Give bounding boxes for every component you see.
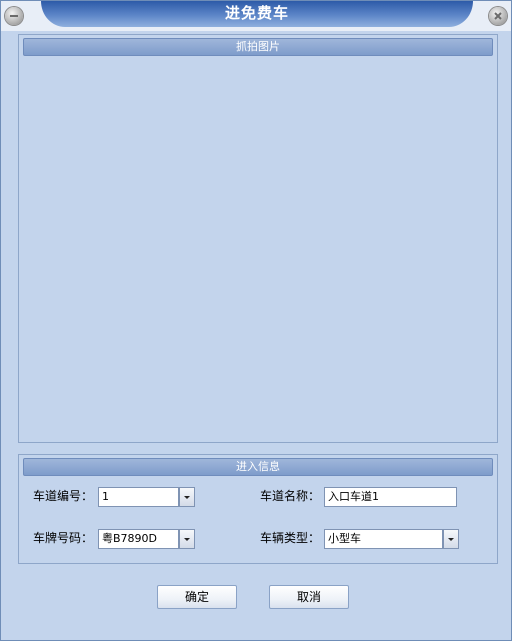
chevron-down-icon xyxy=(184,538,190,541)
dialog-window: 进免费车 抓拍图片 进入信息 车道编号： 1 车道名称： 入口车道1 车牌号码：… xyxy=(0,0,512,641)
lane-number-select[interactable]: 1 xyxy=(98,487,195,507)
title-bar: 进免费车 xyxy=(1,1,511,31)
captured-photo-panel: 抓拍图片 xyxy=(18,34,498,443)
lane-name-label: 车道名称： xyxy=(260,489,321,503)
captured-photo-header: 抓拍图片 xyxy=(23,38,493,56)
vehicle-type-value[interactable]: 小型车 xyxy=(324,529,443,549)
window-title: 进免费车 xyxy=(41,1,473,27)
entry-info-header: 进入信息 xyxy=(23,458,493,476)
lane-number-value[interactable]: 1 xyxy=(98,487,179,507)
lane-number-dropdown-button[interactable] xyxy=(179,487,195,507)
lane-number-label: 车道编号： xyxy=(33,489,94,503)
vehicle-type-dropdown-button[interactable] xyxy=(443,529,459,549)
chevron-down-icon xyxy=(448,538,454,541)
ok-button[interactable]: 确定 xyxy=(157,585,237,609)
lane-name-field[interactable]: 入口车道1 xyxy=(324,487,457,507)
minimize-button[interactable] xyxy=(5,7,23,25)
minimize-icon xyxy=(10,15,18,17)
close-icon xyxy=(494,12,502,20)
plate-number-dropdown-button[interactable] xyxy=(179,529,195,549)
plate-number-select[interactable]: 粤B7890D xyxy=(98,529,195,549)
cancel-button[interactable]: 取消 xyxy=(269,585,349,609)
close-button[interactable] xyxy=(489,7,507,25)
vehicle-type-label: 车辆类型： xyxy=(260,531,321,545)
plate-number-label: 车牌号码： xyxy=(33,531,94,545)
chevron-down-icon xyxy=(184,496,190,499)
vehicle-type-select[interactable]: 小型车 xyxy=(324,529,459,549)
plate-number-value[interactable]: 粤B7890D xyxy=(98,529,179,549)
